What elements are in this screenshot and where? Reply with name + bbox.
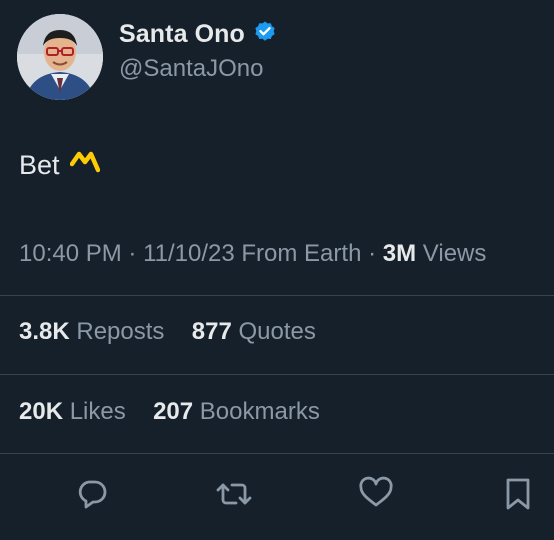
user-info: Santa Ono @SantaJOno: [119, 20, 277, 83]
likes-count: 20K: [19, 398, 64, 425]
engagement-row-1: 3.8K Reposts 877 Quotes: [19, 318, 316, 346]
display-name[interactable]: Santa Ono: [119, 20, 245, 49]
reposts-label: Reposts: [76, 318, 165, 345]
tweet-meta: 10:40 PM · 11/10/23 From Earth · 3M View…: [19, 240, 486, 268]
tweet-time[interactable]: 10:40 PM: [19, 240, 122, 267]
reposts-count: 3.8K: [19, 318, 70, 345]
tweet-date[interactable]: 11/10/23: [143, 240, 235, 267]
verified-badge-icon: [253, 20, 277, 49]
like-icon: [359, 476, 393, 507]
bookmark-button[interactable]: [498, 474, 538, 514]
divider: [0, 295, 554, 296]
tweet-text: Bet: [19, 150, 60, 180]
tweet-source: From Earth: [241, 240, 362, 267]
wolverine-claw-emoji-icon: [69, 150, 100, 181]
avatar[interactable]: [17, 14, 103, 100]
bookmarks-count: 207: [153, 398, 194, 425]
tweet-body: Bet: [19, 150, 100, 181]
reposts-stat[interactable]: 3.8K Reposts: [19, 318, 171, 345]
quotes-stat[interactable]: 877 Quotes: [192, 318, 316, 345]
bookmark-icon: [506, 478, 530, 510]
divider: [0, 374, 554, 375]
avatar-image: [17, 14, 103, 100]
bookmarks-label: Bookmarks: [199, 398, 320, 425]
bookmarks-stat[interactable]: 207 Bookmarks: [153, 398, 320, 425]
tweet-header: Santa Ono @SantaJOno: [17, 14, 537, 100]
like-button[interactable]: [356, 474, 396, 514]
repost-icon: [216, 483, 252, 505]
repost-button[interactable]: [214, 474, 254, 514]
action-bar: [0, 474, 554, 518]
views-count: 3M: [382, 240, 417, 267]
views-label: Views: [422, 240, 487, 267]
likes-stat[interactable]: 20K Likes: [19, 398, 132, 425]
separator: ·: [128, 240, 144, 267]
divider: [0, 453, 554, 454]
separator: ·: [368, 240, 383, 267]
quotes-label: Quotes: [238, 318, 316, 345]
quotes-count: 877: [191, 318, 232, 345]
reply-button[interactable]: [72, 474, 112, 514]
engagement-row-2: 20K Likes 207 Bookmarks: [19, 398, 320, 426]
likes-label: Likes: [69, 398, 126, 425]
reply-icon: [78, 480, 107, 509]
user-handle[interactable]: @SantaJOno: [119, 55, 277, 83]
